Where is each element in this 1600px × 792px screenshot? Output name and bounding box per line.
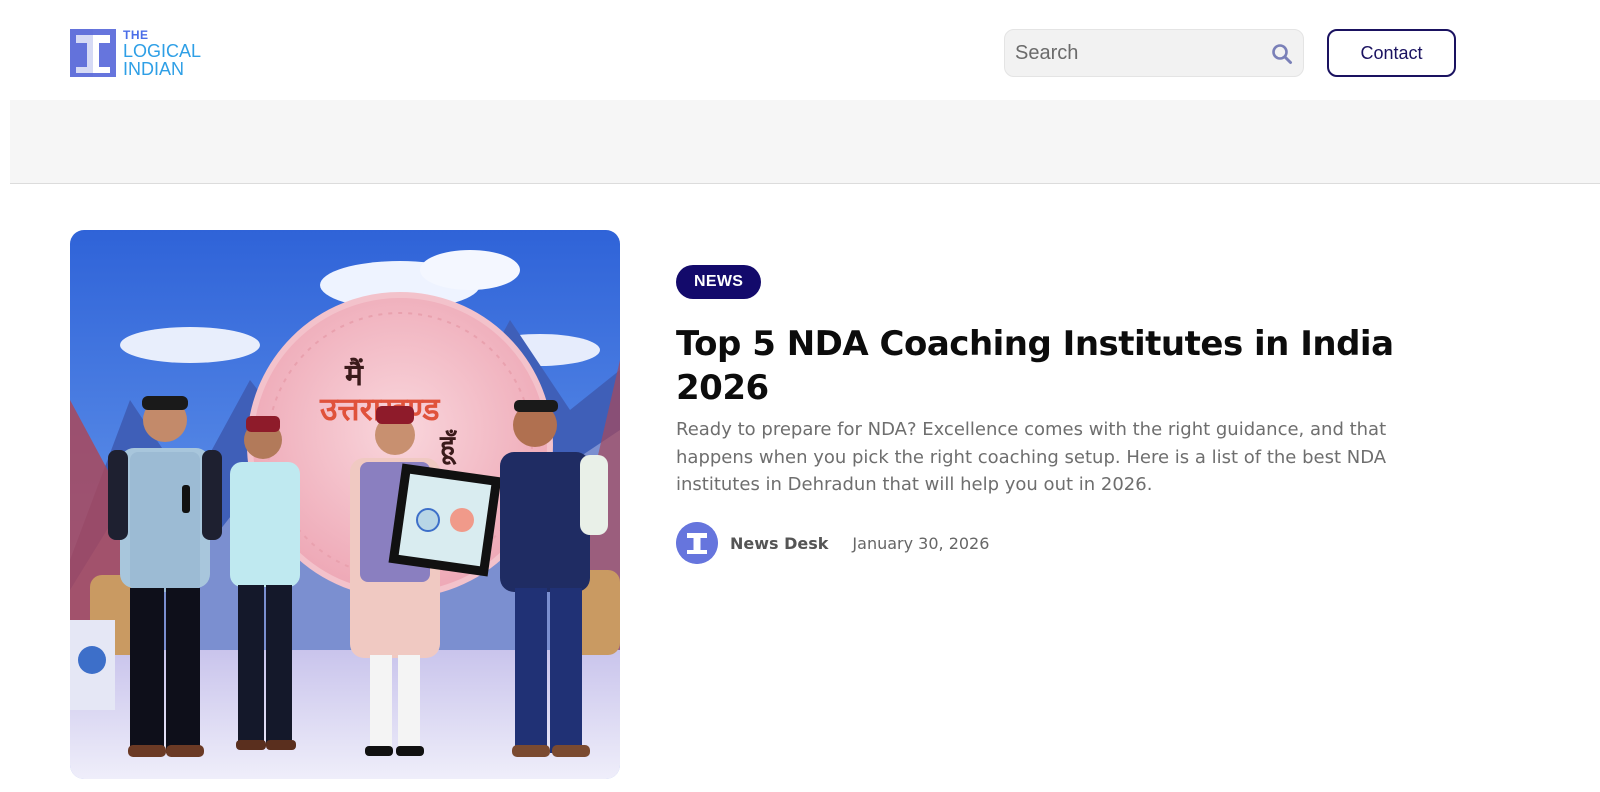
site-header: THE LOGICAL INDIAN Contact [0, 0, 1600, 100]
article-featured-image[interactable]: मैं उत्तराखण्ड हूँ [70, 230, 620, 779]
logo-line-2: LOGICAL [123, 40, 202, 61]
category-badge[interactable]: NEWS [676, 265, 762, 299]
author-name[interactable]: News Desk [730, 534, 828, 553]
logo-wordmark: THE LOGICAL INDIAN [123, 29, 201, 78]
logo-mark-icon [70, 29, 116, 77]
article-title[interactable]: Top 5 NDA Coaching Institutes in India 2… [676, 322, 1416, 410]
article-excerpt: Ready to prepare for NDA? Excellence com… [676, 419, 1387, 495]
search-icon[interactable] [1271, 43, 1293, 65]
search-input[interactable] [1005, 30, 1255, 76]
site-logo[interactable]: THE LOGICAL INDIAN [70, 28, 201, 78]
logo-line-1: THE [123, 27, 149, 42]
banner-text-1: मैं [344, 357, 364, 393]
author-avatar[interactable] [676, 522, 718, 564]
search-box [1004, 29, 1304, 77]
article-meta: News Desk January 30, 2026 [676, 522, 989, 564]
banner-text-3: हूँ [439, 429, 457, 466]
logo-line-3: INDIAN [123, 58, 185, 79]
contact-button[interactable]: Contact [1327, 29, 1456, 77]
post-date: January 30, 2026 [852, 533, 990, 553]
ad-banner-placeholder [10, 100, 1600, 184]
